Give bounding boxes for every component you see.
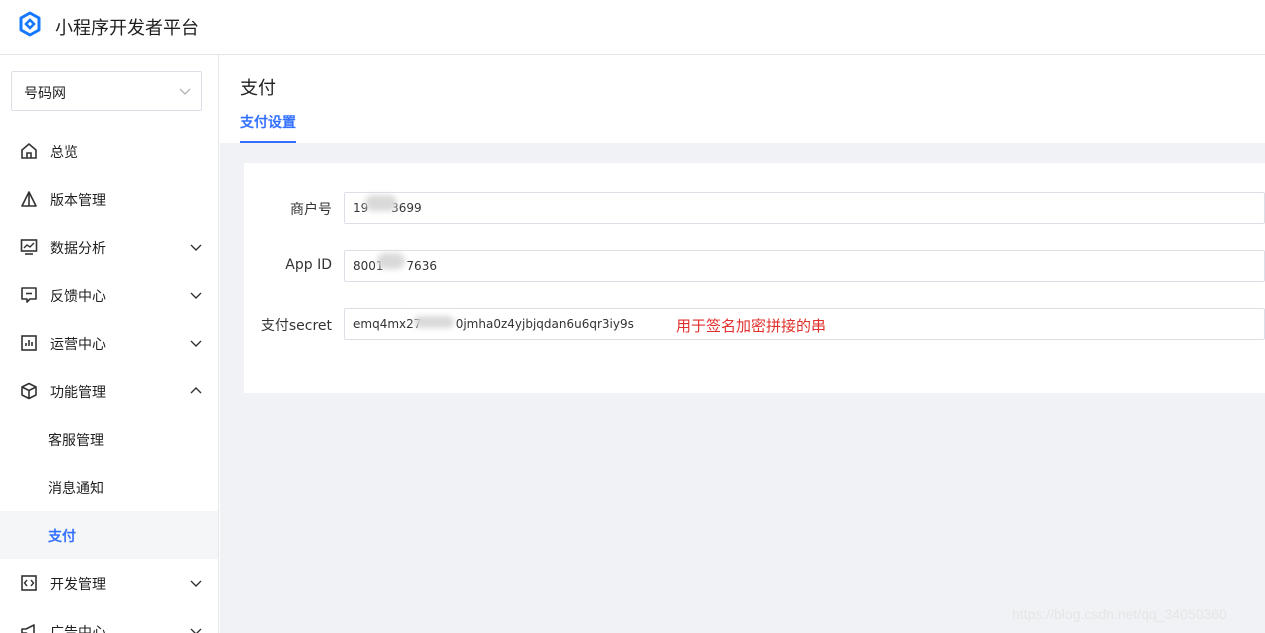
feedback-icon: [21, 287, 37, 303]
secret-annotation: 用于签名加密拼接的串: [676, 317, 827, 335]
sidebar-subitem-label: 支付: [48, 529, 76, 545]
sidebar-item-development[interactable]: 开发管理: [0, 559, 218, 607]
tab-active-indicator: [240, 141, 296, 143]
main-content: 支付 支付设置 商户号 App ID 支付secret 用于签名加密拼接的串: [220, 55, 1265, 633]
cube-icon: [21, 382, 37, 400]
merchant-id-label: 商户号: [290, 202, 332, 218]
sidebar-item-versions[interactable]: 版本管理: [0, 175, 218, 223]
version-icon: [21, 191, 37, 207]
sidebar-item-label: 总览: [50, 145, 78, 161]
chevron-down-icon: [179, 88, 191, 95]
sidebar-item-analytics[interactable]: 数据分析: [0, 223, 218, 271]
chevron-down-icon: [190, 580, 202, 587]
sidebar-item-label: 广告中心: [50, 625, 106, 633]
chevron-down-icon: [190, 292, 202, 299]
sidebar-item-label: 数据分析: [50, 241, 106, 257]
sidebar-item-label: 反馈中心: [50, 289, 106, 305]
page-title: 支付: [240, 78, 276, 99]
chevron-down-icon: [190, 244, 202, 251]
top-bar: 小程序开发者平台: [0, 0, 1265, 55]
redaction-blur: [365, 195, 397, 211]
sidebar: 号码网 总览 版本管理 数据分析 反馈中心 运营中心 功能管理 客服管理 消息通…: [0, 55, 219, 633]
sidebar-item-features[interactable]: 功能管理: [0, 367, 218, 415]
watermark: https://blog.csdn.net/qq_34050360: [1012, 606, 1227, 622]
home-icon: [21, 142, 37, 159]
payment-settings-form: 商户号 App ID 支付secret 用于签名加密拼接的串: [244, 163, 1265, 393]
code-icon: [21, 575, 37, 591]
redaction-blur: [414, 316, 454, 328]
sidebar-subitem-notifications[interactable]: 消息通知: [0, 463, 218, 511]
sidebar-subitem-payment[interactable]: 支付: [0, 511, 218, 559]
merchant-id-input[interactable]: [344, 192, 1265, 224]
tab-payment-settings[interactable]: 支付设置: [240, 112, 296, 132]
sidebar-subitem-customer-service[interactable]: 客服管理: [0, 415, 218, 463]
sidebar-item-operations[interactable]: 运营中心: [0, 319, 218, 367]
sidebar-item-label: 版本管理: [50, 193, 106, 209]
page-header: 支付 支付设置: [220, 55, 1265, 143]
sidebar-item-ads[interactable]: 广告中心: [0, 607, 218, 633]
sidebar-item-label: 运营中心: [50, 337, 106, 353]
account-select[interactable]: 号码网: [11, 71, 202, 111]
sidebar-item-feedback[interactable]: 反馈中心: [0, 271, 218, 319]
chevron-down-icon: [190, 340, 202, 347]
redaction-blur: [377, 253, 405, 269]
app-logo-icon: [19, 11, 41, 37]
merchant-id-row: 商户号: [244, 192, 1265, 224]
bar-chart-icon: [21, 335, 37, 351]
monitor-chart-icon: [20, 239, 38, 255]
account-select-value: 号码网: [24, 86, 66, 102]
app-id-input[interactable]: [344, 250, 1265, 282]
sidebar-subitem-label: 客服管理: [48, 433, 104, 449]
app-id-row: App ID: [244, 250, 1265, 282]
sidebar-item-label: 功能管理: [50, 385, 106, 401]
chevron-down-icon: [190, 628, 202, 633]
megaphone-icon: [21, 624, 35, 633]
app-id-label: App ID: [285, 257, 332, 273]
app-title: 小程序开发者平台: [55, 18, 199, 39]
sidebar-item-label: 开发管理: [50, 577, 106, 593]
secret-row: 支付secret 用于签名加密拼接的串: [244, 308, 1265, 340]
sidebar-subitem-label: 消息通知: [48, 481, 104, 497]
sidebar-item-overview[interactable]: 总览: [0, 127, 218, 175]
secret-label: 支付secret: [260, 318, 332, 334]
chevron-up-icon: [190, 387, 202, 394]
